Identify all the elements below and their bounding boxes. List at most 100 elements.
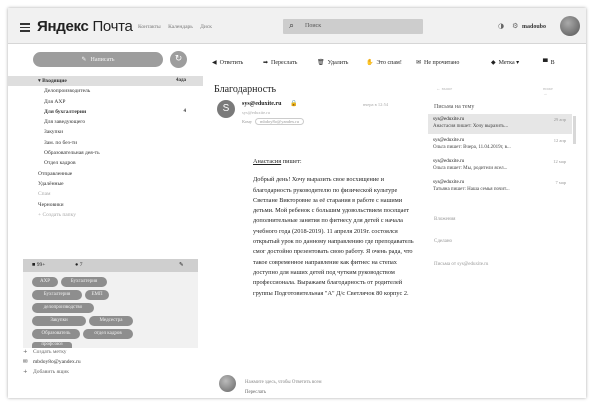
labels-panel-tabs: ■ 99+ ● 7 ✎ <box>23 259 198 272</box>
search-input[interactable]: ⌕ Поиск <box>283 19 423 34</box>
folder-count: 4 <box>183 108 187 114</box>
reply-label: Ответить <box>219 60 244 66</box>
label-pill[interactable]: ЕМП <box>85 290 109 300</box>
folder-label: Удалённые <box>38 180 64 187</box>
add-mailbox-link[interactable]: + Добавить ящик <box>8 367 203 377</box>
labels-panel: ■ 99+ ● 7 ✎ АХР Бухгалтерия Бухгалтерия … <box>23 259 198 348</box>
spam-button[interactable]: ✋ Это спам! <box>366 59 402 66</box>
reply-button[interactable]: ◀ Ответить <box>212 59 243 66</box>
label-pill[interactable]: Закупки <box>32 316 86 326</box>
message-date: вчера в 12:54 <box>363 102 389 107</box>
folder-label: Делопроизводитель <box>44 88 91 95</box>
sidebar-folder-item[interactable]: Образовательная дея-ть <box>8 148 203 158</box>
quick-reply-hint[interactable]: Нажмите здесь, чтобы Ответить всем <box>245 380 322 385</box>
sidebar-folder-item[interactable]: Спам <box>8 189 203 199</box>
unread-button[interactable]: ✉ Не прочитано <box>416 59 459 66</box>
thread-prev[interactable]: ← выше <box>436 86 452 91</box>
thread-item[interactable]: sys@eduxite.ru 29 апр Анастасия пишет: Хоч… <box>428 114 572 134</box>
thread-item-snippet: Анастасия пишет: Хочу выразить... <box>433 124 509 129</box>
thread-item-date: 12 апр <box>553 138 566 143</box>
logo[interactable]: Яндекс Почта <box>37 18 133 35</box>
folder-label: ▾ Входящие <box>38 78 67 84</box>
write-label: Написать <box>90 57 115 63</box>
spam-label: Это спам! <box>376 60 402 66</box>
delete-label: Удалить <box>327 60 349 66</box>
avatar[interactable] <box>560 16 580 36</box>
sidebar-folder-item[interactable]: ▾ Входящие 4ада <box>8 76 203 87</box>
sidebar-folder-item[interactable]: Отправленные <box>8 169 203 179</box>
edit-labels-icon[interactable]: ✎ <box>179 259 184 272</box>
label-pill[interactable]: Бухгалтерия <box>61 277 107 287</box>
label-pill[interactable]: Бухгалтерия <box>32 290 82 300</box>
folder-label: Отдел кадров <box>44 160 76 167</box>
menu-icon[interactable] <box>20 23 30 34</box>
sidebar-folder-item[interactable]: Зам. по без-ти <box>8 138 203 148</box>
mail-header: Яндекс Почта Контакты Календарь Диск ⌕ П… <box>8 8 586 44</box>
sidebar-folder-item[interactable]: Для заведующего <box>8 117 203 127</box>
forward-icon: ➡ <box>263 59 269 66</box>
label-pill[interactable]: Медсестра <box>89 316 133 326</box>
from-sender-link[interactable]: Письма от sys@eduxite.ru <box>434 262 488 267</box>
notifications-icon[interactable]: ◑ <box>498 22 504 30</box>
label-pill[interactable]: делопроизводство <box>32 303 94 313</box>
quick-forward-link[interactable]: Переслать <box>245 390 266 395</box>
mailbox-account[interactable]: ✉ mbdoy8o@yandex.ru <box>8 357 203 367</box>
write-button[interactable]: ✎ Написать <box>33 52 163 67</box>
settings-icon[interactable]: ⚙ <box>512 22 518 30</box>
nav-contacts[interactable]: Контакты <box>138 24 161 30</box>
sender-email[interactable]: sys@eduxite.ru <box>242 101 281 107</box>
folder-label: Спам <box>38 191 51 198</box>
sidebar-folder-item[interactable]: Закупки <box>8 127 203 137</box>
message-body: Анастасия пишет: Добрый день! Хочу выраз… <box>253 157 423 299</box>
message-intro: Анастасия пишет: <box>253 157 423 167</box>
folder-label: + Создать папку <box>38 211 76 218</box>
filter-unread-tab[interactable]: ● 7 <box>75 259 82 272</box>
sidebar-folder-item[interactable]: Для бухгалтерии 4 <box>8 107 203 117</box>
forward-label: Переслать <box>271 60 298 66</box>
contacts-link[interactable]: Сделано <box>434 239 452 244</box>
thread-next[interactable]: ниже → <box>543 86 553 96</box>
reply-avatar <box>219 375 236 392</box>
sidebar-folder-item[interactable]: + Создать папку <box>8 210 203 220</box>
filter-all-tab[interactable]: ■ 99+ <box>32 259 45 272</box>
sender-address: sys@eduxite.ru <box>242 110 271 115</box>
trash-icon: 🗑 <box>317 59 325 66</box>
thread-item-date: 7 мар <box>555 180 566 185</box>
sidebar-footer: + Создать метку ✉ mbdoy8o@yandex.ru + Добав… <box>8 347 203 377</box>
sidebar-folder-item[interactable]: Делопроизводитель <box>8 86 203 96</box>
attachments-link[interactable]: Вложения <box>434 217 455 222</box>
plus-icon: + <box>23 349 28 355</box>
recipient-line: Кому mbdoy8o@yandex.ru <box>242 118 305 125</box>
delete-button[interactable]: 🗑 Удалить <box>317 59 348 66</box>
thread-item[interactable]: sys@eduxite.ru 7 мар Татьяна пишет: Наша с… <box>428 177 572 197</box>
search-placeholder: Поиск <box>305 23 322 29</box>
compose-icon: ✎ <box>81 56 87 63</box>
thread-item-from: sys@eduxite.ru <box>433 138 465 143</box>
create-label-link[interactable]: + Создать метку <box>8 347 203 357</box>
refresh-icon[interactable]: ↻ <box>170 51 187 68</box>
forward-button[interactable]: ➡ Переслать <box>263 59 297 66</box>
browser-frame: Яндекс Почта Контакты Календарь Диск ⌕ П… <box>8 8 586 398</box>
sidebar-folder-item[interactable]: Отдел кадров <box>8 158 203 168</box>
label-button[interactable]: ◆ Метка ▾ <box>491 59 519 66</box>
sidebar-folder-item[interactable]: Удалённые <box>8 179 203 189</box>
thread-scrollbar[interactable] <box>573 116 576 144</box>
folder-label: Отправленные <box>38 170 73 177</box>
envelope-icon: ✉ <box>416 59 422 66</box>
label-pill[interactable]: отдел кадров <box>83 329 133 339</box>
thread-item[interactable]: sys@eduxite.ru 12 апр Ольга пишет: Вчера, … <box>428 135 572 155</box>
thread-item[interactable]: sys@eduxite.ru 12 мар Ольга пишет: Мы, род… <box>428 156 572 176</box>
author-name: Анастасия <box>253 158 282 165</box>
label-pill[interactable]: АХР <box>32 277 58 287</box>
sidebar-folder-item[interactable]: Для АХР <box>8 97 203 107</box>
user-login[interactable]: madoubo <box>522 24 546 30</box>
nav-calendar[interactable]: Календарь <box>168 24 193 30</box>
thread-item-date: 12 мар <box>553 159 566 164</box>
label-pill[interactable]: Образователь <box>32 329 80 339</box>
nav-disk[interactable]: Диск <box>200 24 212 30</box>
move-to-folder-button[interactable]: ▀ В <box>543 59 555 66</box>
thread-heading: Письма на тему <box>434 104 475 110</box>
sidebar-folder-item[interactable]: Черновики <box>8 200 203 210</box>
recipient-chip[interactable]: mbdoy8o@yandex.ru <box>255 118 305 125</box>
folder-label: Зам. по без-ти <box>44 139 78 146</box>
